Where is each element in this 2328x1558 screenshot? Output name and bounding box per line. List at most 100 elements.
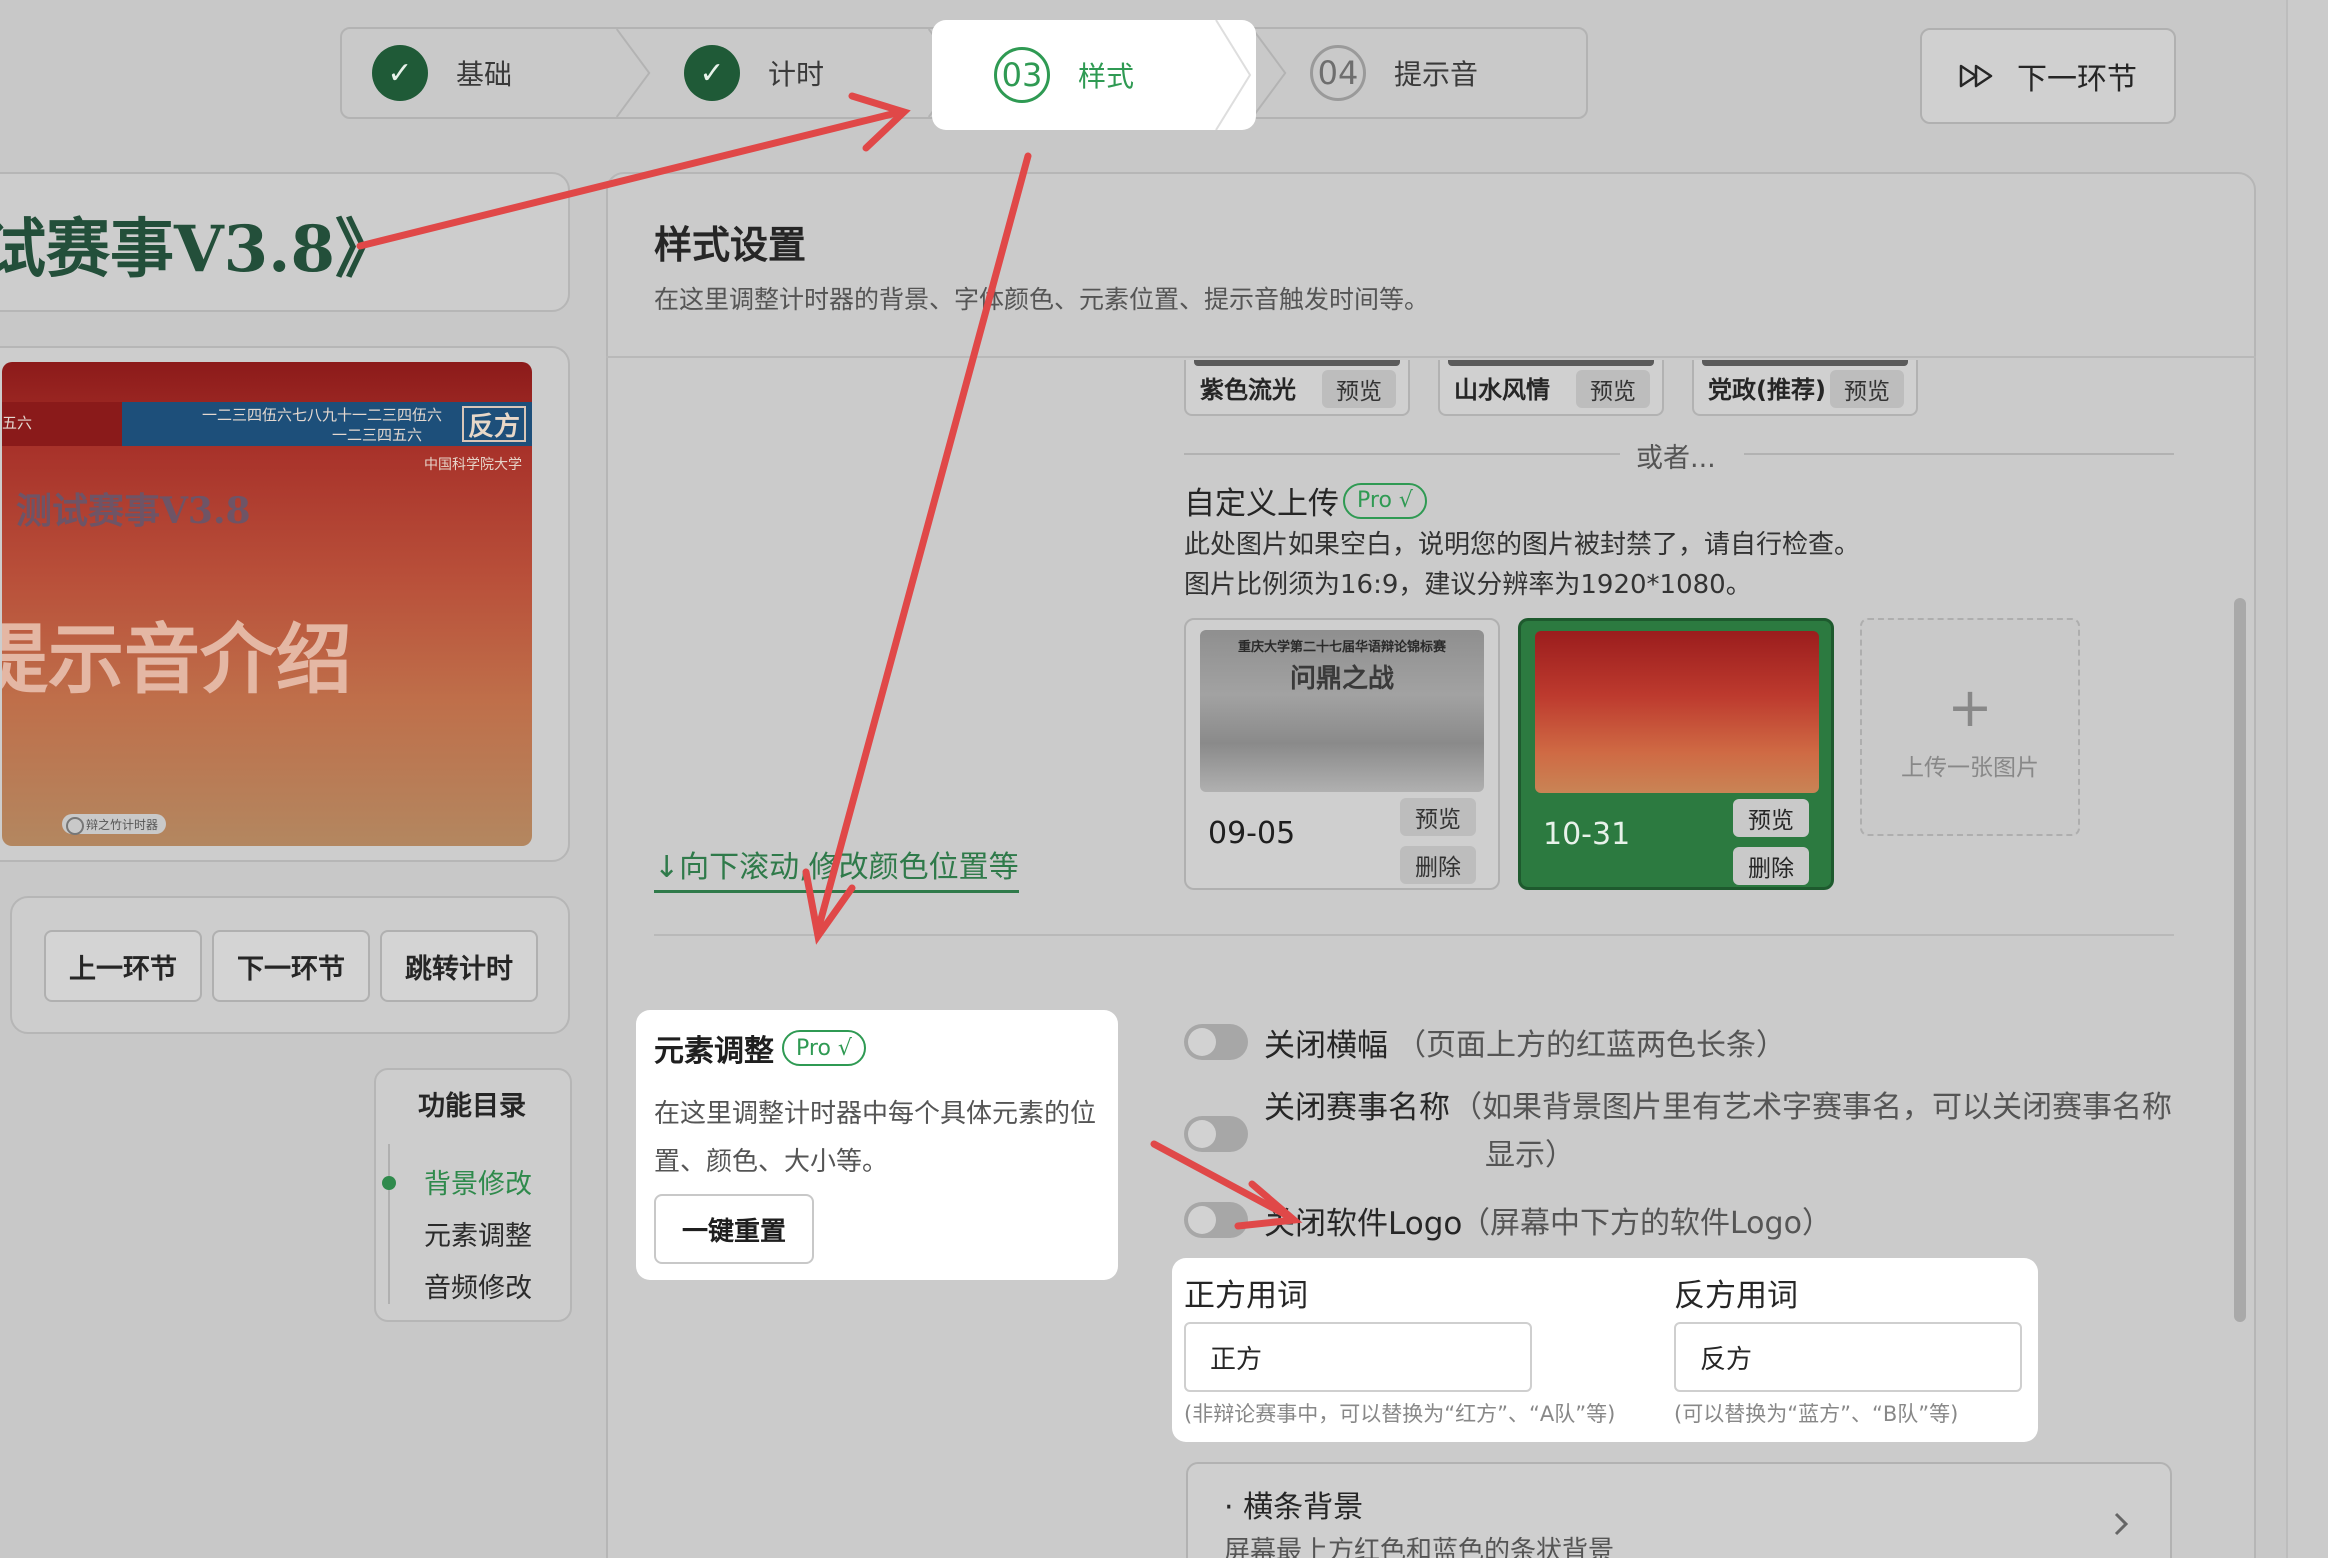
bg-preset-name: 紫色流光 — [1200, 376, 1296, 404]
custom-upload-note-2: 图片比例须为16:9，建议分辨率为1920*1080。 — [1184, 570, 1752, 600]
pro-word-hint: (非辩论赛事中，可以替换为“红方”、“A队”等) — [1184, 1402, 1616, 1426]
custom-image-thumbnail: 重庆大学第二十七届华语辩论锦标赛 问鼎之战 — [1200, 630, 1484, 792]
bg-preset-preview-button[interactable]: 预览 — [1576, 370, 1650, 408]
thumb-title: 问鼎之战 — [1289, 664, 1394, 694]
custom-upload-note-1: 此处图片如果空白，说明您的图片被封禁了，请自行检查。 — [1184, 530, 1861, 560]
or-text: 或者... — [1636, 443, 1716, 474]
event-title-card: 试赛事V3.8》 — [0, 172, 570, 312]
side-words-section: 正方用词 (非辩论赛事中，可以替换为“红方”、“A队”等) 反方用词 (可以替换… — [1172, 1258, 2038, 1442]
software-logo: 辩之竹计时器 — [62, 814, 167, 835]
toggle-note: （屏幕中下方的软件Logo） — [1460, 1206, 1832, 1241]
chevron-divider-icon — [1215, 20, 1252, 130]
thumb-header: 重庆大学第二十七届华语辩论锦标赛 — [1237, 640, 1446, 655]
chevron-divider-icon — [615, 29, 651, 117]
banner-line-2: 一二三四五六 — [332, 426, 423, 444]
toggle-hide-logo[interactable] — [1184, 1202, 1248, 1238]
preview-topic: 提示音介绍 — [2, 615, 352, 704]
con-word-hint: (可以替换为“蓝方”、“B队”等) — [1674, 1402, 1959, 1426]
panel-scrollbar[interactable] — [2234, 598, 2246, 1322]
toggle-hide-event-name[interactable] — [1184, 1116, 1248, 1152]
element-adjust-desc: 在这里调整计时器中每个具体元素的位置、颜色、大小等。 — [654, 1099, 1097, 1177]
step-label: 样式 — [1078, 60, 1135, 93]
next-section-button[interactable]: 下一环节 — [1920, 28, 2176, 124]
or-divider-left — [1184, 453, 1620, 455]
toc-active-dot — [382, 1176, 396, 1190]
custom-upload-title: 自定义上传 Pro √ — [1184, 478, 1427, 523]
custom-image-label: 09-05 — [1208, 816, 1296, 851]
custom-image-preview-button[interactable]: 预览 — [1733, 799, 1809, 837]
window-edge — [2286, 0, 2328, 1558]
custom-image-card[interactable]: 重庆大学第二十七届华语辩论锦标赛 问鼎之战 09-05 预览 删除 — [1184, 618, 1500, 890]
bg-preset-preview-button[interactable]: 预览 — [1830, 370, 1904, 408]
custom-image-delete-button[interactable]: 删除 — [1733, 847, 1809, 885]
step-sound[interactable]: 04 提示音 — [1310, 29, 1478, 117]
timer-preview-card: 五六 一二三四伍六七八九十一二三四伍六 一二三四五六 反方 中国科学院大学 测试… — [0, 346, 570, 862]
custom-image-label: 10-31 — [1543, 817, 1631, 852]
bg-preset-name: 党政(推荐) — [1708, 376, 1826, 404]
side-label: 反方 — [462, 406, 526, 442]
bg-preset-party[interactable]: 党政(推荐) 预览 — [1692, 360, 1918, 416]
header-divider — [606, 356, 2256, 358]
upload-image-button[interactable]: + 上传一张图片 — [1860, 618, 2080, 836]
step-style-current[interactable]: 03 样式 — [932, 20, 1256, 130]
toggle-hide-banner[interactable] — [1184, 1024, 1248, 1060]
next-section-label: 下一环节 — [2017, 62, 2137, 97]
bar-background-subtitle: 屏幕最上方红色和蓝色的条状背景 — [1224, 1536, 1615, 1558]
timer-preview-slide: 五六 一二三四伍六七八九十一二三四伍六 一二三四五六 反方 中国科学院大学 测试… — [2, 362, 532, 846]
check-icon: ✓ — [684, 45, 740, 101]
con-word-input[interactable] — [1674, 1322, 2022, 1392]
step-label: 基础 — [456, 58, 513, 91]
prev-section-button[interactable]: 上一环节 — [44, 930, 202, 1002]
toc-rail — [388, 1144, 390, 1304]
toc-item-elements[interactable]: 元素调整 — [424, 1214, 532, 1253]
preview-event-name: 测试赛事V3.8 — [16, 490, 251, 532]
custom-image-preview-button[interactable]: 预览 — [1400, 798, 1476, 836]
scroll-down-link[interactable]: ↓向下滚动,修改颜色位置等 — [654, 842, 1019, 893]
plus-icon: + — [1947, 676, 1993, 739]
step-label: 提示音 — [1394, 58, 1479, 91]
step-label: 计时 — [768, 58, 825, 91]
section-subtitle: 在这里调整计时器的背景、字体颜色、元素位置、提示音触发时间等。 — [654, 285, 1430, 314]
toc-item-background[interactable]: 背景修改 — [424, 1162, 532, 1201]
toggle-label: 关闭横幅 — [1264, 1028, 1388, 1064]
pro-badge: Pro √ — [782, 1030, 866, 1066]
custom-image-delete-button[interactable]: 删除 — [1400, 846, 1476, 884]
bar-background-item[interactable]: · 横条背景 屏幕最上方红色和蓝色的条状背景 — [1186, 1462, 2172, 1558]
function-toc: 功能目录 背景修改 元素调整 音频修改 — [374, 1068, 572, 1322]
jump-timer-button[interactable]: 跳转计时 — [380, 930, 538, 1002]
toggle-note: （如果背景图片里有艺术字赛事名，可以关闭赛事名称显示） — [1452, 1090, 2172, 1173]
toggle-label: 关闭软件Logo — [1264, 1206, 1463, 1242]
pro-word-label: 正方用词 — [1184, 1278, 1308, 1314]
element-adjust-title: 元素调整 Pro √ — [654, 1026, 866, 1070]
next-section-button-left[interactable]: 下一环节 — [212, 930, 370, 1002]
step-number: 03 — [994, 47, 1050, 103]
bg-preset-purple[interactable]: 紫色流光 预览 — [1184, 360, 1410, 416]
or-divider-right — [1744, 453, 2174, 455]
check-icon: ✓ — [372, 45, 428, 101]
section-title: 样式设置 — [654, 223, 807, 267]
step-basic[interactable]: ✓ 基础 — [372, 29, 512, 117]
banner-line-1: 一二三四伍六七八九十一二三四伍六 — [202, 406, 443, 424]
upload-image-label: 上传一张图片 — [1901, 755, 2039, 781]
con-word-label: 反方用词 — [1674, 1278, 1798, 1314]
bg-preset-name: 山水风情 — [1454, 376, 1550, 404]
bar-background-title: · 横条背景 — [1224, 1490, 1364, 1525]
custom-image-card-selected[interactable]: 10-31 预览 删除 — [1518, 618, 1834, 890]
toggle-note: （页面上方的红蓝两色长条） — [1396, 1028, 1786, 1063]
toggle-label: 关闭赛事名称 — [1264, 1090, 1450, 1126]
element-adjust-label: 元素调整 — [654, 1034, 774, 1069]
step-timer[interactable]: ✓ 计时 — [684, 29, 824, 117]
timer-controls: 上一环节 下一环节 跳转计时 — [10, 896, 570, 1034]
bg-preset-preview-button[interactable]: 预览 — [1322, 370, 1396, 408]
pro-badge: Pro √ — [1343, 482, 1427, 519]
reset-all-button[interactable]: 一键重置 — [654, 1194, 814, 1264]
element-adjust-section: 元素调整 Pro √ 在这里调整计时器中每个具体元素的位置、颜色、大小等。 一键… — [636, 1010, 1118, 1280]
fast-forward-icon — [1959, 64, 1995, 88]
banner-left-text: 五六 — [2, 414, 33, 432]
step-number: 04 — [1310, 45, 1366, 101]
toc-item-audio[interactable]: 音频修改 — [424, 1266, 532, 1305]
university-label: 中国科学院大学 — [424, 457, 522, 473]
bg-preset-landscape[interactable]: 山水风情 预览 — [1438, 360, 1664, 416]
pro-word-input[interactable] — [1184, 1322, 1532, 1392]
section-divider — [654, 934, 2174, 936]
